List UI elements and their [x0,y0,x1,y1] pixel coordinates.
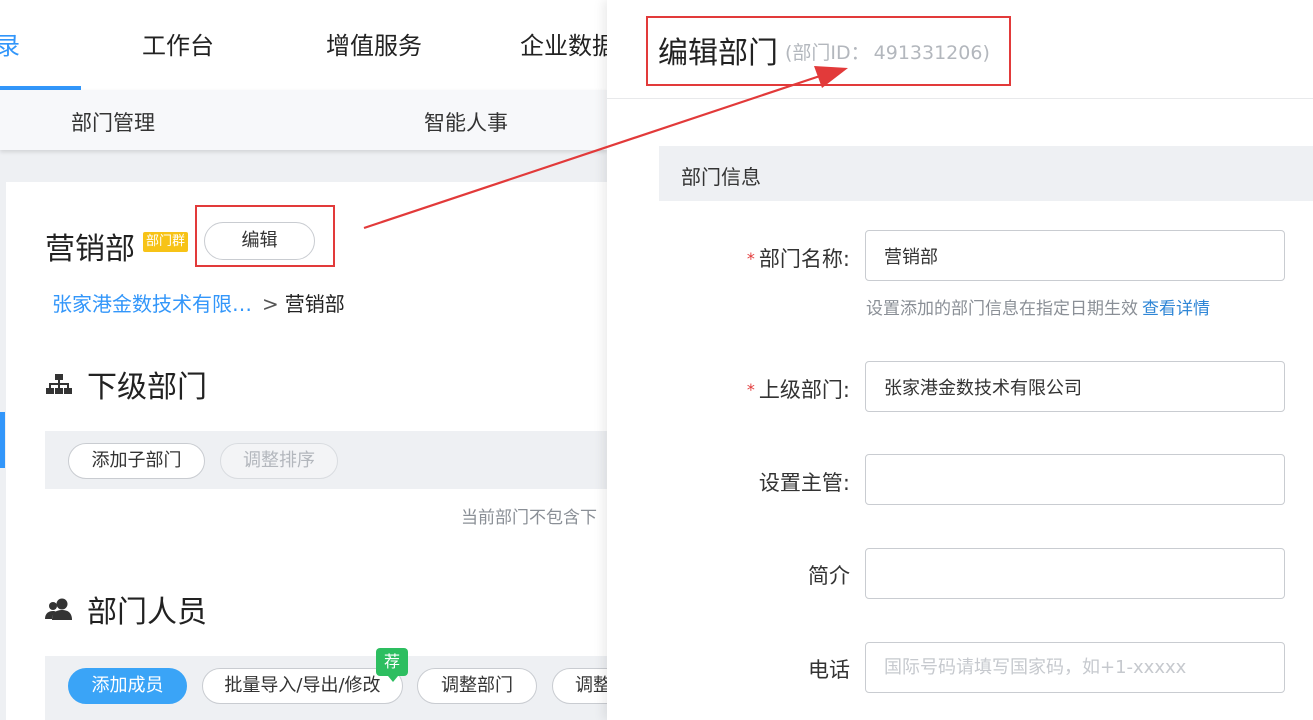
adjust-sort-button[interactable]: 调整排序 [220,443,338,479]
edit-department-button[interactable]: 编辑 [204,222,315,260]
sub-departments-heading: 下级部门 [45,362,207,406]
adjust-more-button[interactable]: 调整 [552,668,607,704]
department-name-heading: 营销部 [45,232,135,267]
department-group-badge: 部门群 [143,232,189,252]
nav-tab-workbench[interactable]: 工作台 [142,26,214,61]
members-heading: 部门人员 [45,587,207,631]
intro-label: 简介 [808,564,850,588]
department-info-title: 部门信息 [681,165,761,189]
intro-input[interactable] [865,548,1285,599]
department-id-label: (部门ID： [785,42,870,64]
drawer-header: 编辑部门 (部门ID： 491331206) [607,0,1313,99]
sub-departments-title: 下级部门 [87,370,207,405]
phone-label: 电话 [808,658,850,682]
users-icon [45,598,72,620]
department-name-label-text: 部门名称: [758,247,850,271]
drawer-title: 编辑部门 [658,36,778,71]
department-name-input[interactable] [865,230,1285,281]
members-title: 部门人员 [87,595,207,630]
department-page: 录 工作台 增值服务 企业数据 部门管理 智能人事 营销部 部门群 编辑 张家港… [0,0,607,720]
department-id: (部门ID： 491331206) [785,38,990,65]
breadcrumb: 张家港金数技术有限… > 营销部 [52,288,345,317]
add-member-button[interactable]: 添加成员 [68,668,187,704]
recommend-badge: 荐 [376,648,408,682]
manager-input[interactable] [865,454,1285,505]
effective-date-hint-text: 设置添加的部门信息在指定日期生效 [866,299,1138,319]
manager-label: 设置主管: [758,471,850,495]
subnav-smart-hr[interactable]: 智能人事 [424,107,508,137]
effective-date-hint: 设置添加的部门信息在指定日期生效 查看详情 [866,294,1210,319]
parent-department-input[interactable] [865,361,1285,412]
org-chart-icon [46,374,72,394]
nav-tab-contacts[interactable]: 录 [0,26,20,61]
breadcrumb-current: 营销部 [284,292,345,316]
breadcrumb-company-link[interactable]: 张家港金数技术有限… [52,292,252,316]
subnav-department-management[interactable]: 部门管理 [71,107,155,137]
required-mark: * [746,249,755,268]
empty-sub-departments-note: 当前部门不包含下 [461,508,597,528]
phone-input[interactable] [865,642,1285,693]
edit-department-drawer: 编辑部门 (部门ID：491331206) 部门信息 *部门名称: 设置添加的部… [607,0,1313,720]
members-toolbar: 添加成员 批量导入/导出/修改 调整部门 调整 荐 [45,648,607,720]
nav-tab-enterprise-data[interactable]: 企业数据 [520,26,607,61]
top-navigation: 录 工作台 增值服务 企业数据 [0,0,607,90]
required-mark: * [746,380,755,399]
left-edge-indicator [0,412,5,468]
parent-department-label: * 上级部门: [747,374,850,404]
department-id-value: 491331206) [873,42,990,64]
batch-import-export-button[interactable]: 批量导入/导出/修改 [202,668,403,704]
add-child-department-button[interactable]: 添加子部门 [68,443,205,479]
adjust-department-button[interactable]: 调整部门 [417,668,537,704]
sub-departments-toolbar: 添加子部门 调整排序 [45,431,607,489]
parent-department-label-text: 上级部门: [758,378,850,402]
sub-navigation: 部门管理 智能人事 [0,90,607,150]
department-info-section: 部门信息 [659,146,1313,201]
breadcrumb-separator: > [262,292,279,316]
nav-tab-value-added-services[interactable]: 增值服务 [326,26,422,61]
department-name-label: * 部门名称: [747,243,850,273]
view-details-link[interactable]: 查看详情 [1142,299,1210,319]
